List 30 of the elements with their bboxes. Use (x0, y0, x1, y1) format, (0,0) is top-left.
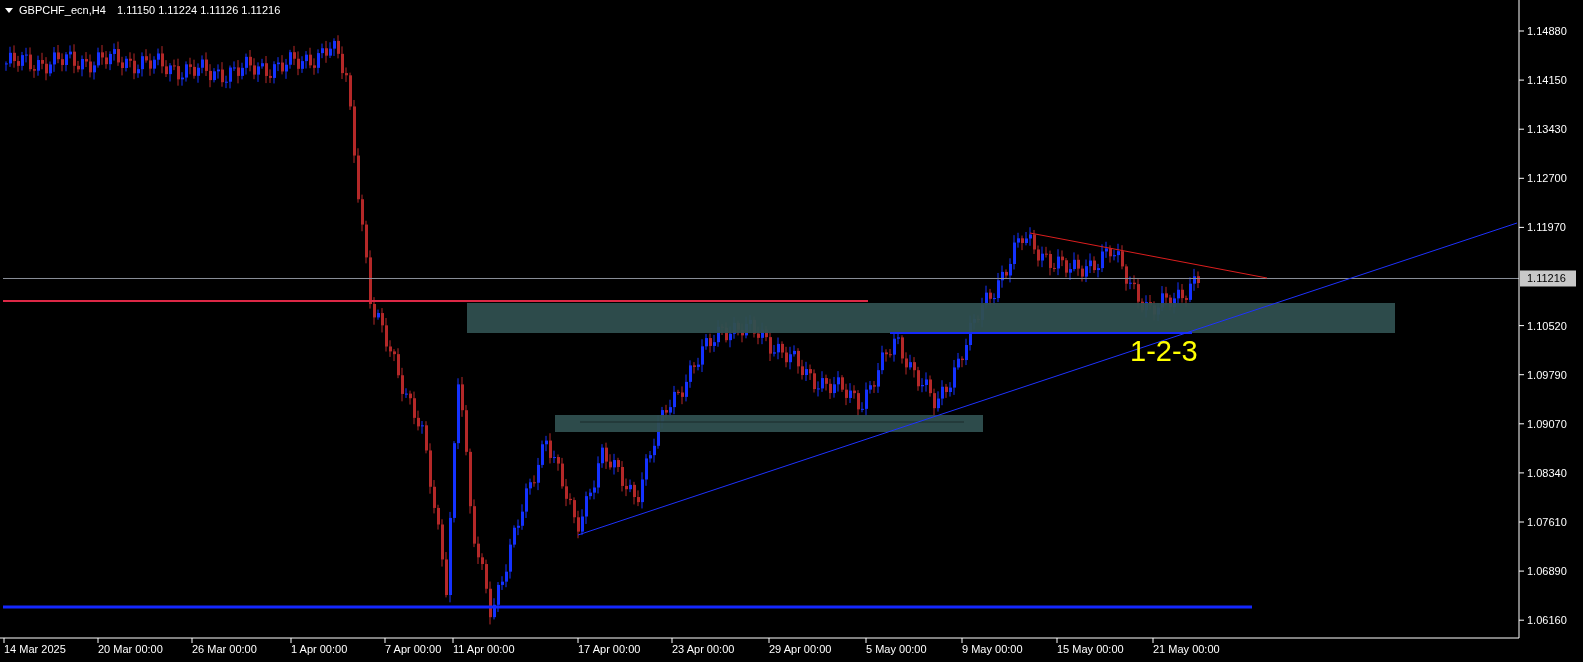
price-tick-label: 1.10520 (1527, 319, 1567, 332)
price-tick-label: 1.14150 (1527, 74, 1567, 87)
time-tick-label: 29 Apr 00:00 (769, 643, 832, 655)
price-tick-label: 1.09070 (1527, 417, 1567, 430)
time-tick-label: 1 Apr 00:00 (291, 643, 348, 655)
time-tick-label: 9 May 00:00 (962, 643, 1023, 655)
time-tick-label: 14 Mar 2025 (4, 643, 66, 655)
time-tick-label: 20 Mar 00:00 (98, 643, 163, 655)
price-tick-label: 1.09790 (1527, 368, 1567, 381)
quote-values: 1.11150 1.11224 1.11126 1.11216 (117, 4, 281, 16)
price-tick-label: 1.06160 (1527, 614, 1567, 627)
time-tick-label: 15 May 00:00 (1057, 643, 1124, 655)
time-tick-label: 11 Apr 00:00 (453, 643, 515, 655)
time-tick-label: 5 May 00:00 (866, 643, 927, 655)
time-tick-label: 21 May 00:00 (1153, 643, 1220, 655)
price-tick-label: 1.13430 (1527, 123, 1567, 136)
current-price-label: 1.11216 (1520, 270, 1576, 287)
time-tick-label: 23 Apr 00:00 (672, 643, 735, 655)
price-tick-label: 1.12700 (1527, 172, 1567, 185)
collapse-arrow-icon[interactable] (5, 8, 13, 13)
price-tick-label: 1.06890 (1527, 565, 1567, 578)
time-tick-label: 7 Apr 00:00 (385, 643, 442, 655)
time-tick-label: 26 Mar 00:00 (192, 643, 257, 655)
price-tick-label: 1.08340 (1527, 466, 1567, 479)
price-tick-label: 1.11970 (1527, 221, 1566, 234)
pattern-label: 1-2-3 (1130, 335, 1198, 367)
price-tick-label: 1.07610 (1527, 516, 1567, 528)
chart-title: GBPCHF_ecn,H4 (19, 4, 106, 16)
time-tick-label: 17 Apr 00:00 (578, 643, 641, 655)
price-tick-label: 1.14880 (1527, 25, 1567, 37)
